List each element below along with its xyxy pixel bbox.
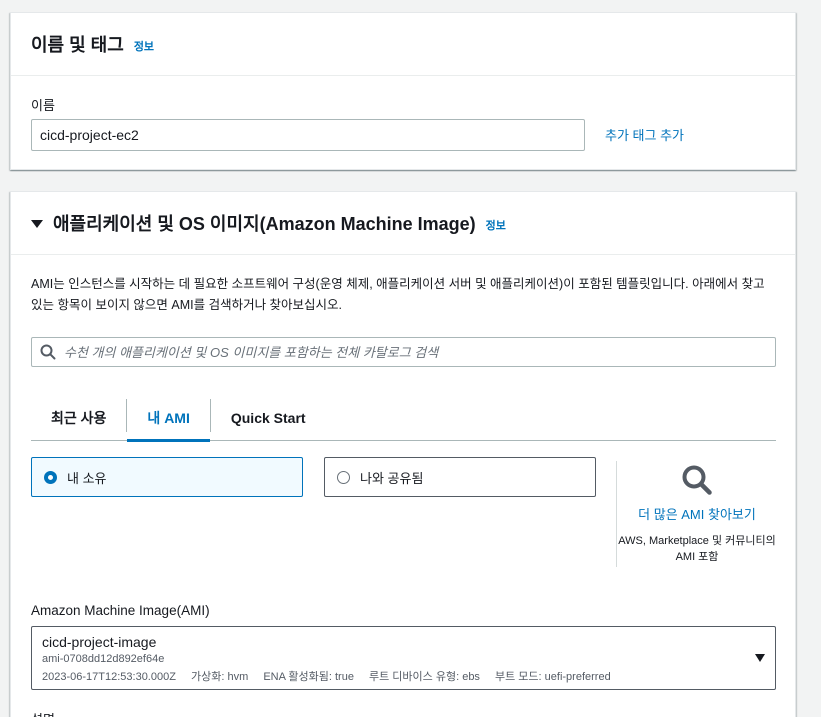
ami-boot-mode: 부트 모드: uefi-preferred xyxy=(495,671,611,683)
magnifier-icon[interactable] xyxy=(681,464,713,496)
ami-root-device: 루트 디바이스 유형: ebs xyxy=(369,671,480,683)
ami-title: 애플리케이션 및 OS 이미지(Amazon Machine Image) xyxy=(53,214,476,234)
ami-select-label: Amazon Machine Image(AMI) xyxy=(31,603,210,618)
name-info-link[interactable]: 정보 xyxy=(134,38,154,54)
ami-tabs: 최근 사용 내 AMI Quick Start xyxy=(31,395,776,442)
radio-shared-label: 나와 공유됨 xyxy=(360,470,424,486)
tab-quick-start-label: Quick Start xyxy=(230,409,306,426)
ami-search-input[interactable] xyxy=(64,339,775,365)
ami-description: AMI는 인스턴스를 시작하는 데 필요한 소프트웨어 구성(운영 체제, 애플… xyxy=(31,277,765,312)
ami-date: 2023-06-17T12:53:30.000Z xyxy=(42,671,176,683)
browse-description: AWS, Marketplace 및 커뮤니티의 AMI 포함 xyxy=(618,535,776,563)
radio-owned-label: 내 소유 xyxy=(67,470,107,486)
name-label: 이름 xyxy=(31,98,55,113)
tab-quick-start[interactable]: Quick Start xyxy=(211,395,326,440)
tab-my-ami-label: 내 AMI xyxy=(147,409,190,426)
tab-recent-label: 최근 사용 xyxy=(51,409,107,426)
ami-select[interactable]: cicd-project-image ami-0708dd12d892ef64e… xyxy=(31,626,776,690)
name-and-tags-title: 이름 및 태그 xyxy=(31,35,124,55)
search-icon xyxy=(40,344,56,360)
name-input[interactable] xyxy=(31,119,585,151)
name-and-tags-header: 이름 및 태그 정보 xyxy=(11,13,795,76)
ami-panel: 애플리케이션 및 OS 이미지(Amazon Machine Image) 정보… xyxy=(10,191,796,717)
browse-more-amis: 더 많은 AMI 찾아보기 AWS, Marketplace 및 커뮤니티의 A… xyxy=(617,460,777,565)
ami-metadata: 2023-06-17T12:53:30.000Z 가상화: hvm ENA 활성… xyxy=(42,668,765,684)
radio-shared-with-me[interactable]: 나와 공유됨 xyxy=(324,457,596,497)
ami-id: ami-0708dd12d892ef64e xyxy=(42,653,165,665)
description-label: 설명 xyxy=(31,709,55,717)
browse-more-amis-link[interactable]: 더 많은 AMI 찾아보기 xyxy=(617,504,777,523)
add-tags-link[interactable]: 추가 태그 추가 xyxy=(605,125,684,144)
chevron-down-icon[interactable] xyxy=(755,654,765,662)
ami-ena: ENA 활성화됨: true xyxy=(263,671,354,683)
ami-header[interactable]: 애플리케이션 및 OS 이미지(Amazon Machine Image) 정보 xyxy=(11,192,795,255)
radio-owned-dot[interactable] xyxy=(44,470,57,484)
ami-info-link[interactable]: 정보 xyxy=(486,217,506,233)
ami-name: cicd-project-image xyxy=(42,634,157,650)
radio-shared-dot[interactable] xyxy=(337,470,350,484)
caret-down-icon[interactable] xyxy=(31,220,43,228)
ami-virtualization: 가상화: hvm xyxy=(191,671,249,683)
tab-recent[interactable]: 최근 사용 xyxy=(31,395,126,440)
tab-my-ami[interactable]: 내 AMI xyxy=(127,395,211,442)
ami-search-box[interactable] xyxy=(31,337,776,367)
name-and-tags-panel: 이름 및 태그 정보 이름 추가 태그 추가 xyxy=(10,12,796,170)
radio-owned-by-me[interactable]: 내 소유 xyxy=(31,457,303,497)
